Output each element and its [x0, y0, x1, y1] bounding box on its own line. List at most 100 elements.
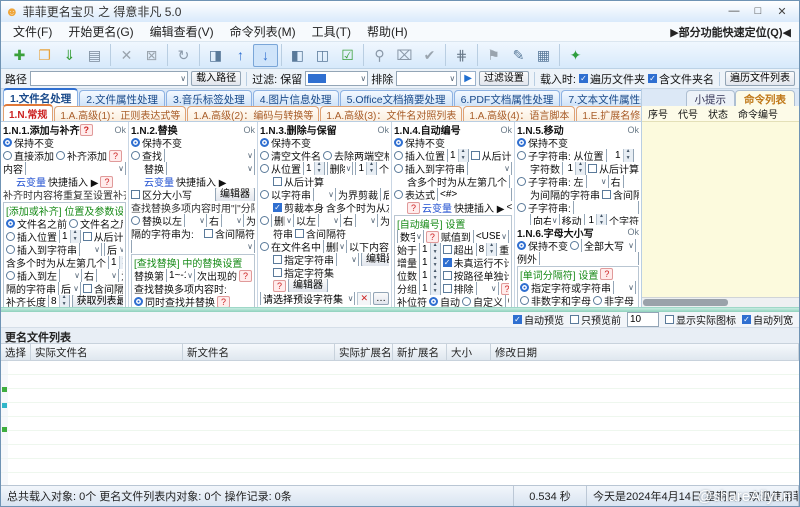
- radio-option[interactable]: 保持不变: [3, 136, 54, 149]
- tab-main-5[interactable]: 5.Office文档摘要处理: [340, 90, 453, 106]
- column-header[interactable]: 新文件名: [183, 344, 335, 360]
- combo-box[interactable]: ∨: [586, 175, 609, 188]
- checkbox[interactable]: 从后计算: [83, 230, 123, 243]
- radio-option[interactable]: 以字符串: [260, 188, 311, 201]
- spin-input[interactable]: 8▲▼: [48, 295, 70, 307]
- help-icon[interactable]: ?: [217, 296, 230, 308]
- spin-arrows[interactable]: ▲▼: [575, 162, 585, 175]
- traverse-folders-checkbox[interactable]: ✓遍历文件夹: [579, 71, 645, 87]
- panel-ok-button[interactable]: Ok: [627, 125, 639, 135]
- combo-box[interactable]: ∨: [166, 162, 255, 175]
- tab-sub-1[interactable]: 1.N.常规: [3, 104, 53, 121]
- text-input[interactable]: <#>: [437, 188, 512, 201]
- column-header[interactable]: 新扩展名: [393, 344, 447, 360]
- radio-option[interactable]: 非字母: [593, 294, 634, 307]
- help-icon[interactable]: ?: [407, 202, 420, 214]
- show-real-icons-checkbox[interactable]: 显示实际图标: [665, 312, 736, 327]
- checkbox[interactable]: 区分大小写: [131, 188, 192, 201]
- column-header[interactable]: 实际文件名: [31, 344, 183, 360]
- command-list-body[interactable]: [642, 122, 799, 297]
- radio-option[interactable]: 非数字和字母: [520, 294, 591, 307]
- combo-box[interactable]: 后∨: [58, 282, 81, 295]
- button[interactable]: …: [373, 292, 389, 305]
- side-tab-2[interactable]: 命令列表: [735, 90, 795, 106]
- radio-option[interactable]: 保持不变: [517, 136, 568, 149]
- help-icon[interactable]: ?: [100, 176, 113, 188]
- spin-input[interactable]: 1▲▼: [584, 214, 607, 225]
- list-check-icon[interactable]: ☑: [335, 44, 360, 67]
- tab-main-2[interactable]: 2.文件属性处理: [79, 90, 165, 106]
- remove-icon[interactable]: ✕: [114, 44, 139, 67]
- spin-input[interactable]: 1▲▼: [447, 149, 469, 162]
- combo-box[interactable]: ∨: [355, 214, 378, 227]
- menu-item[interactable]: 编辑查看(V): [142, 24, 222, 40]
- combo-box[interactable]: ∨: [164, 149, 255, 162]
- combo-box[interactable]: ∨: [25, 162, 126, 175]
- spin-arrows[interactable]: ▲▼: [430, 256, 440, 269]
- trash-icon[interactable]: ⌧: [392, 44, 417, 67]
- cloud-variable-link[interactable]: 云变量: [16, 175, 46, 188]
- tab-main-4[interactable]: 4.图片信息处理: [253, 90, 339, 106]
- button[interactable]: 编辑器: [288, 279, 328, 292]
- columns-icon[interactable]: ◫: [310, 44, 335, 67]
- combo-box[interactable]: 删除∨: [327, 162, 354, 175]
- table-edit-icon[interactable]: ✎: [506, 44, 531, 67]
- refresh-icon[interactable]: ↻: [171, 44, 196, 67]
- tab-sub-4[interactable]: 1.A.高级(3)：文件名对照列表: [320, 106, 462, 121]
- spin-input[interactable]: 8▲▼: [476, 243, 498, 256]
- open-folder-icon[interactable]: ❐: [32, 44, 57, 67]
- help-icon[interactable]: ?: [426, 231, 439, 243]
- radio-option[interactable]: 表达式: [394, 188, 435, 201]
- menu-item[interactable]: 文件(F): [5, 24, 60, 40]
- spin-input[interactable]: 1▲▼: [419, 282, 441, 295]
- radio-option[interactable]: 替换以左: [131, 214, 182, 227]
- import-list-icon[interactable]: ⇓: [57, 44, 82, 67]
- combo-box[interactable]: ∨: [313, 188, 336, 201]
- save-list-icon[interactable]: ▤: [82, 44, 107, 67]
- radio-option[interactable]: 文件名之后: [69, 217, 123, 230]
- tab-sub-3[interactable]: 1.A.高级(2)：编码与转换等: [187, 106, 319, 121]
- combo-box[interactable]: ∨: [336, 253, 359, 266]
- cloud-variable-link[interactable]: 云变量: [144, 175, 174, 188]
- pin-icon[interactable]: ✦: [563, 44, 588, 67]
- radio-option[interactable]: 查找: [131, 149, 162, 162]
- cloud-variable-link[interactable]: 云变量: [422, 201, 452, 214]
- spin-input[interactable]: 1▲▼: [355, 162, 377, 175]
- combo-box[interactable]: 后∨: [104, 243, 123, 256]
- radio-option[interactable]: 直接添加: [3, 149, 54, 162]
- quick-locate-toggle[interactable]: ▶部分功能快速定位(Q)◀: [670, 24, 795, 40]
- combo-box[interactable]: ∨: [221, 214, 244, 227]
- hscroll-thumb[interactable]: [643, 299, 728, 306]
- clear-button[interactable]: ✕: [357, 292, 371, 305]
- search-icon[interactable]: ⚲: [367, 44, 392, 67]
- spin-arrows[interactable]: ▲▼: [623, 149, 633, 162]
- radio-option[interactable]: 保持不变: [394, 136, 445, 149]
- combo-box[interactable]: <USER0>∨: [473, 230, 509, 243]
- spin-input[interactable]: 1▲▼: [59, 230, 81, 243]
- spin-down-icon[interactable]: ▼: [367, 169, 376, 176]
- combo-box[interactable]: 向右∨: [530, 214, 560, 225]
- filter-keep-combo[interactable]: ∨: [305, 71, 368, 86]
- minimize-button[interactable]: —: [727, 5, 741, 18]
- combo-box[interactable]: 1~-1∨: [166, 269, 195, 282]
- menu-item[interactable]: 帮助(H): [359, 24, 416, 40]
- spin-arrows[interactable]: ▲▼: [59, 295, 69, 307]
- table-save-icon[interactable]: ▦: [531, 44, 556, 67]
- column-header[interactable]: 选择: [1, 344, 31, 360]
- panel-ok-button[interactable]: Ok: [500, 125, 512, 135]
- radio-option[interactable]: 自动: [429, 295, 460, 307]
- radio-option[interactable]: 保持不变: [131, 136, 182, 149]
- checkbox[interactable]: 含间隔符: [295, 227, 346, 240]
- button[interactable]: 获取列表最长: [72, 295, 123, 307]
- radio-option[interactable]: 插入位置: [6, 230, 57, 243]
- radio-option[interactable]: 从位置: [260, 162, 301, 175]
- spin-arrows[interactable]: ▲▼: [430, 269, 440, 282]
- spin-input[interactable]: 1▲▼: [606, 149, 634, 162]
- panel-ok-button[interactable]: Ok: [627, 227, 639, 237]
- combo-box[interactable]: ∨: [184, 214, 207, 227]
- spin-input[interactable]: 1▲▼: [419, 256, 441, 269]
- radio-option[interactable]: 补齐添加: [56, 149, 107, 162]
- columns-left-icon[interactable]: ◧: [285, 44, 310, 67]
- tab-sub-5[interactable]: 1.A.高级(4)：语言脚本: [463, 106, 575, 121]
- filter-exclude-combo[interactable]: ∨: [396, 71, 457, 86]
